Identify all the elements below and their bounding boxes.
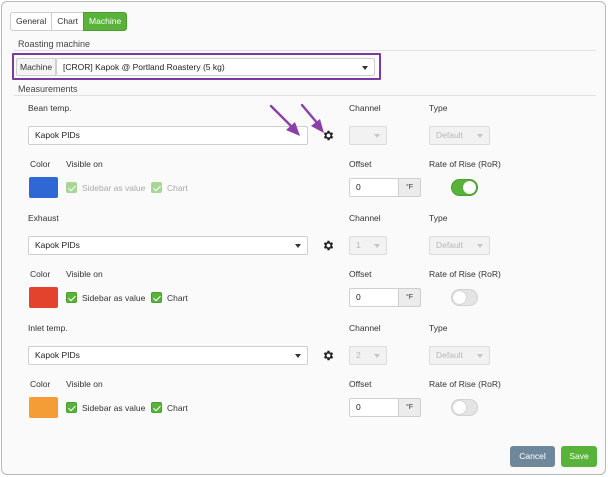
sidebar-checkbox-label: Sidebar as value	[82, 403, 146, 413]
chart-checkbox[interactable]	[151, 402, 162, 413]
channel-label: Channel	[349, 213, 381, 223]
gear-icon[interactable]	[322, 239, 335, 252]
ror-toggle[interactable]	[451, 289, 478, 306]
channel-select-value: 2	[356, 350, 361, 360]
channel-select[interactable]	[349, 126, 387, 145]
chart-checkbox-label: Chart	[167, 403, 188, 413]
chart-checkbox-label: Chart	[167, 183, 188, 193]
offset-input[interactable]: 0	[349, 398, 399, 417]
roasting-machine-heading: Roasting machine	[18, 39, 91, 49]
sidebar-checkbox-label: Sidebar as value	[82, 183, 146, 193]
offset-label: Offset	[349, 379, 372, 389]
color-swatch-red[interactable]	[29, 287, 58, 308]
offset-label: Offset	[349, 269, 372, 279]
ror-toggle[interactable]	[451, 179, 478, 196]
settings-tabs: General Chart Machine	[10, 12, 128, 31]
chevron-down-icon	[477, 134, 483, 138]
channel-label: Channel	[349, 103, 381, 113]
source-select-value: Kapok PIDs	[35, 350, 80, 360]
chevron-down-icon	[374, 354, 380, 358]
type-select-value: Default	[436, 240, 463, 250]
type-select[interactable]: Default	[429, 346, 490, 365]
visible-on-label: Visible on	[66, 159, 103, 169]
color-label: Color	[30, 269, 51, 279]
gear-icon[interactable]	[322, 349, 335, 362]
measurement-name: Bean temp.	[28, 103, 72, 113]
sidebar-checkbox[interactable]	[66, 182, 77, 193]
channel-select[interactable]: 1	[349, 236, 387, 255]
machine-select[interactable]: [CROR] Kapok @ Portland Roastery (5 kg)	[56, 58, 375, 76]
channel-label: Channel	[349, 323, 381, 333]
chevron-down-icon	[295, 244, 301, 248]
ror-label: Rate of Rise (RoR)	[429, 379, 501, 389]
measurement-name: Exhaust	[28, 213, 59, 223]
type-select[interactable]: Default	[429, 126, 490, 145]
type-select-value: Default	[436, 350, 463, 360]
unit-label: °F	[399, 398, 421, 417]
tab-chart[interactable]: Chart	[51, 12, 85, 31]
source-select-value: Kapok PIDs	[35, 240, 80, 250]
color-swatch-blue[interactable]	[29, 177, 58, 198]
source-select[interactable]: Kapok PIDs	[28, 236, 308, 255]
tab-general[interactable]: General	[10, 12, 53, 31]
offset-input[interactable]: 0	[349, 288, 399, 307]
type-label: Type	[429, 213, 448, 223]
color-swatch-orange[interactable]	[29, 397, 58, 418]
channel-select-value: 1	[356, 240, 361, 250]
divider	[14, 95, 596, 96]
divider	[14, 50, 596, 51]
chevron-down-icon	[362, 66, 368, 70]
ror-toggle[interactable]	[451, 399, 478, 416]
ror-label: Rate of Rise (RoR)	[429, 269, 501, 279]
cancel-button[interactable]: Cancel	[510, 446, 555, 467]
type-label: Type	[429, 103, 448, 113]
ror-label: Rate of Rise (RoR)	[429, 159, 501, 169]
sidebar-checkbox[interactable]	[66, 292, 77, 303]
measurements-heading: Measurements	[18, 84, 78, 94]
source-select[interactable]: Kapok PIDs	[28, 346, 308, 365]
unit-label: °F	[399, 178, 421, 197]
sidebar-checkbox[interactable]	[66, 402, 77, 413]
toggle-knob	[453, 291, 466, 304]
chevron-down-icon	[374, 244, 380, 248]
chevron-down-icon	[295, 354, 301, 358]
machine-select-value: [CROR] Kapok @ Portland Roastery (5 kg)	[63, 62, 225, 72]
source-select-value: Kapok PIDs	[35, 130, 80, 140]
channel-select[interactable]: 2	[349, 346, 387, 365]
chevron-down-icon	[477, 354, 483, 358]
visible-on-label: Visible on	[66, 379, 103, 389]
toggle-knob	[453, 401, 466, 414]
chart-checkbox[interactable]	[151, 182, 162, 193]
sidebar-checkbox-label: Sidebar as value	[82, 293, 146, 303]
chevron-down-icon	[374, 134, 380, 138]
type-label: Type	[429, 323, 448, 333]
toggle-knob	[463, 181, 476, 194]
measurement-name: Inlet temp.	[28, 323, 68, 333]
gear-icon[interactable]	[322, 129, 335, 142]
unit-label: °F	[399, 288, 421, 307]
color-label: Color	[30, 159, 51, 169]
machine-settings-panel: General Chart Machine Roasting machine M…	[1, 1, 606, 475]
chevron-down-icon	[477, 244, 483, 248]
type-select[interactable]: Default	[429, 236, 490, 255]
machine-label: Machine	[16, 58, 56, 76]
type-select-value: Default	[436, 130, 463, 140]
source-select[interactable]: Kapok PIDs	[28, 126, 308, 145]
tab-machine[interactable]: Machine	[83, 12, 128, 31]
offset-label: Offset	[349, 159, 372, 169]
visible-on-label: Visible on	[66, 269, 103, 279]
offset-input[interactable]: 0	[349, 178, 399, 197]
save-button[interactable]: Save	[561, 446, 597, 467]
color-label: Color	[30, 379, 51, 389]
chart-checkbox-label: Chart	[167, 293, 188, 303]
chart-checkbox[interactable]	[151, 292, 162, 303]
